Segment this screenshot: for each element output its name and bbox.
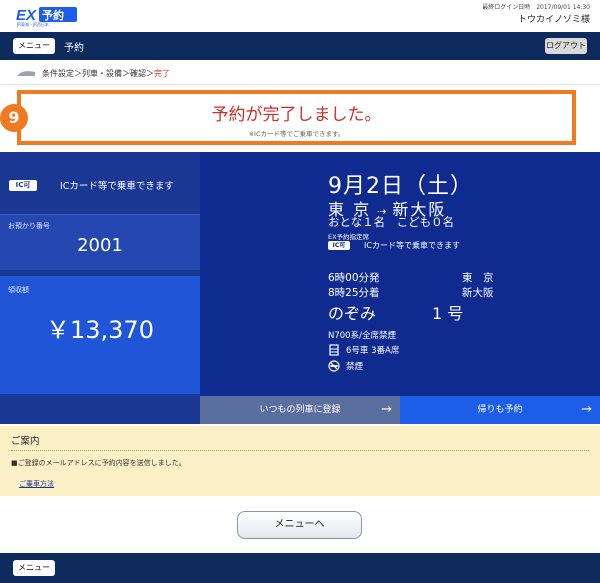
amount-section: 領収額 ￥13,370 [0,276,200,394]
smoking-line: 禁煙 [328,360,363,372]
divider [0,84,600,85]
svg-text:予約: 予約 [42,8,64,22]
arrow-right-icon: → [581,402,592,417]
seat-info: 6号車 3番A席 [346,346,400,356]
logout-button[interactable]: ログアウト [545,38,587,54]
no-smoking-icon [328,360,340,372]
login-info: 最終ログイン日時 2017/09/01 14:30 トウカイノゾミ様 [482,3,590,27]
depart-station: 東 京 [462,272,494,284]
svg-text:JR東海・JR西日本: JR東海・JR西日本 [16,21,49,27]
train-number: 1 号 [432,304,464,323]
back-to-menu-button[interactable]: メニューへ [237,511,362,539]
ticket-panel: IC可 ICカード等で乗車できます お預かり番号 2001 領収額 ￥13,37… [0,152,600,424]
seat-icon [329,344,339,356]
stations: 東 京 新大阪 [462,271,494,301]
arrive-station: 新大阪 [462,287,494,299]
guidance-text: ■ご登録のメールアドレスに予約内容を送信しました。 [11,459,186,467]
train: のぞみ 1 号 [328,300,463,324]
nav-bar: メニュー 予約 ログアウト [0,32,600,60]
register-regular-train-label: いつもの列車に登録 [259,405,341,415]
passengers: おとな１名 こども０名 [328,215,455,229]
ic-badge-small: IC可 [328,240,350,250]
ex-logo[interactable]: EX 予約 JR東海・JR西日本 [14,5,80,27]
deposit-number-section: お預かり番号 2001 [0,214,200,270]
breadcrumb-steps: 条件設定＞列車・設備＞確認＞ [42,68,154,78]
guidance-section: ご案内 ■ご登録のメールアドレスに予約内容を送信しました。 ご乗車方法 [0,426,600,496]
depart-time: 6時00分発 [328,272,380,284]
ic-line-text: ICカード等で乗車できます [364,240,460,250]
ticket-left-column: IC可 ICカード等で乗車できます お預かり番号 2001 領収額 ￥13,37… [0,152,200,424]
train-name: のぞみ [328,304,377,323]
arrow-right-icon: → [381,402,392,417]
train-icon [17,71,35,76]
boarding-method-link[interactable]: ご乗車方法 [19,479,54,489]
seat-line: 6号車 3番A席 [328,344,399,356]
book-return-label: 帰りも予約 [477,405,523,415]
divider [11,450,589,451]
user-name: トウカイノゾミ様 [517,15,590,25]
deposit-label: お預かり番号 [8,222,50,230]
deposit-value: 2001 [77,235,123,256]
menu-button[interactable]: メニュー [13,38,55,54]
footer-bar: メニュー [0,553,600,583]
amount-value: ￥13,370 [46,316,154,344]
page-title: 予約 [64,43,84,54]
footer-menu-button[interactable]: メニュー [13,560,55,576]
times: 6時00分発 8時25分着 [328,271,380,301]
amount-label: 領収額 [8,286,29,294]
breadcrumb: 条件設定＞列車・設備＞確認＞ 完了 [16,66,170,80]
guidance-title: ご案内 [11,436,40,447]
arrive-time: 8時25分着 [328,287,380,299]
ic-text: ICカード等で乗車できます [60,181,174,192]
breadcrumb-current: 完了 [154,68,170,78]
top-header: EX 予約 JR東海・JR西日本 最終ログイン日時 2017/09/01 14:… [0,0,600,32]
book-return-button[interactable]: 帰りも予約 → [400,396,600,424]
ticket-details: 9月2日（土） 東 京 ⇢ 新大阪 おとな１名 こども０名 EX予約指定席 IC可 … [200,152,600,396]
complete-message-box: 予約が完了しました。 ※ICカード等でご乗車できます。 [17,90,576,145]
smoking-info: 禁煙 [346,362,364,372]
last-login: 最終ログイン日時 2017/09/01 14:30 [482,4,590,11]
ic-line: IC可 ICカード等で乗車できます [328,239,460,251]
ic-badge: IC可 [9,180,37,191]
register-regular-train-button[interactable]: いつもの列車に登録 → [200,396,400,424]
train-type: N700系/全席禁煙 [328,331,396,341]
complete-title: 予約が完了しました。 [211,105,382,125]
complete-note: ※ICカード等でご乗車できます。 [248,130,345,138]
step-number-badge: 9 [0,104,28,132]
ic-row: IC可 ICカード等で乗車できます [0,168,200,208]
